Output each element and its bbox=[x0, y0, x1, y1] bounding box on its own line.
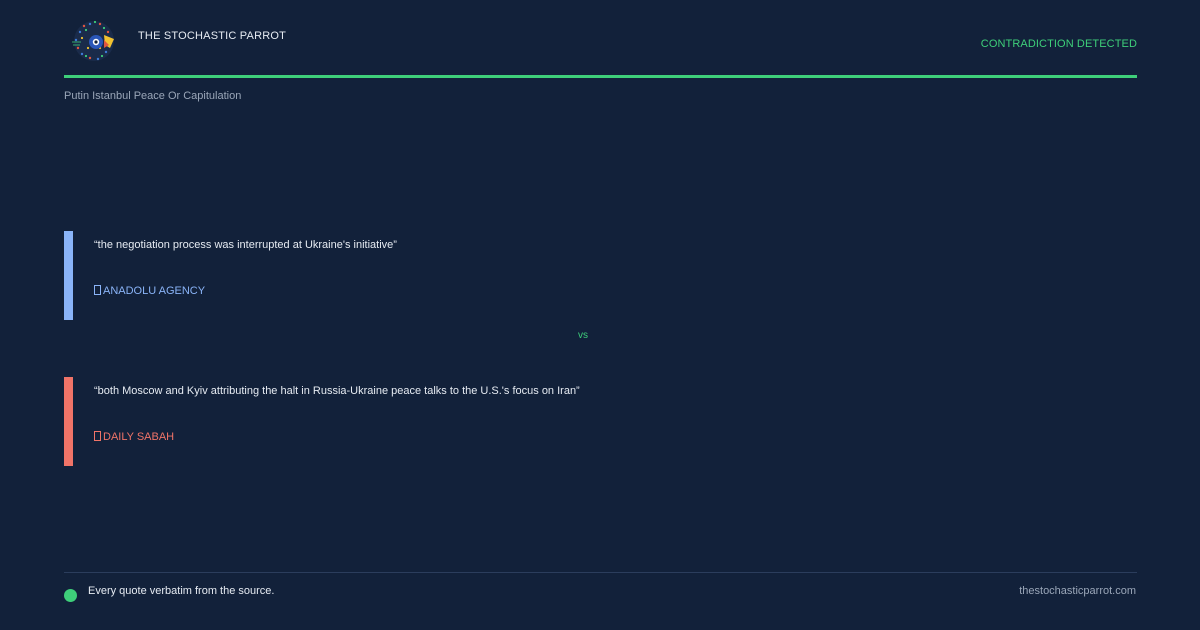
footer-note: Every quote verbatim from the source. bbox=[88, 585, 275, 597]
header-divider bbox=[64, 75, 1137, 78]
vs-label: vs bbox=[578, 330, 588, 341]
page-title: Putin Istanbul Peace Or Capitulation bbox=[64, 90, 242, 102]
claim-quote: “both Moscow and Kyiv attributing the ha… bbox=[94, 385, 580, 397]
claim-source-label: ANADOLU AGENCY bbox=[103, 285, 206, 297]
header: THE STOCHASTIC PARROT CONTRADICTION DETE… bbox=[64, 16, 1137, 76]
claim-card: “the negotiation process was interrupted… bbox=[64, 231, 1137, 320]
brand-name: THE STOCHASTIC PARROT bbox=[138, 30, 287, 42]
claim-source-label: DAILY SABAH bbox=[103, 431, 175, 443]
claim-accent-bar bbox=[64, 231, 73, 320]
footer-divider bbox=[64, 572, 1137, 573]
status-badge: CONTRADICTION DETECTED bbox=[980, 38, 1137, 50]
claim-accent-bar bbox=[64, 377, 73, 466]
source-icon bbox=[94, 431, 101, 441]
site-link[interactable]: thestochasticparrot.com bbox=[1019, 585, 1136, 597]
claim-card: “both Moscow and Kyiv attributing the ha… bbox=[64, 377, 1137, 466]
claim-quote: “the negotiation process was interrupted… bbox=[94, 239, 397, 251]
status-dot-icon bbox=[64, 589, 77, 602]
source-icon bbox=[94, 285, 101, 295]
claim-source: ANADOLU AGENCY bbox=[94, 285, 205, 297]
parrot-icon bbox=[72, 20, 114, 61]
claim-source: DAILY SABAH bbox=[94, 431, 174, 443]
